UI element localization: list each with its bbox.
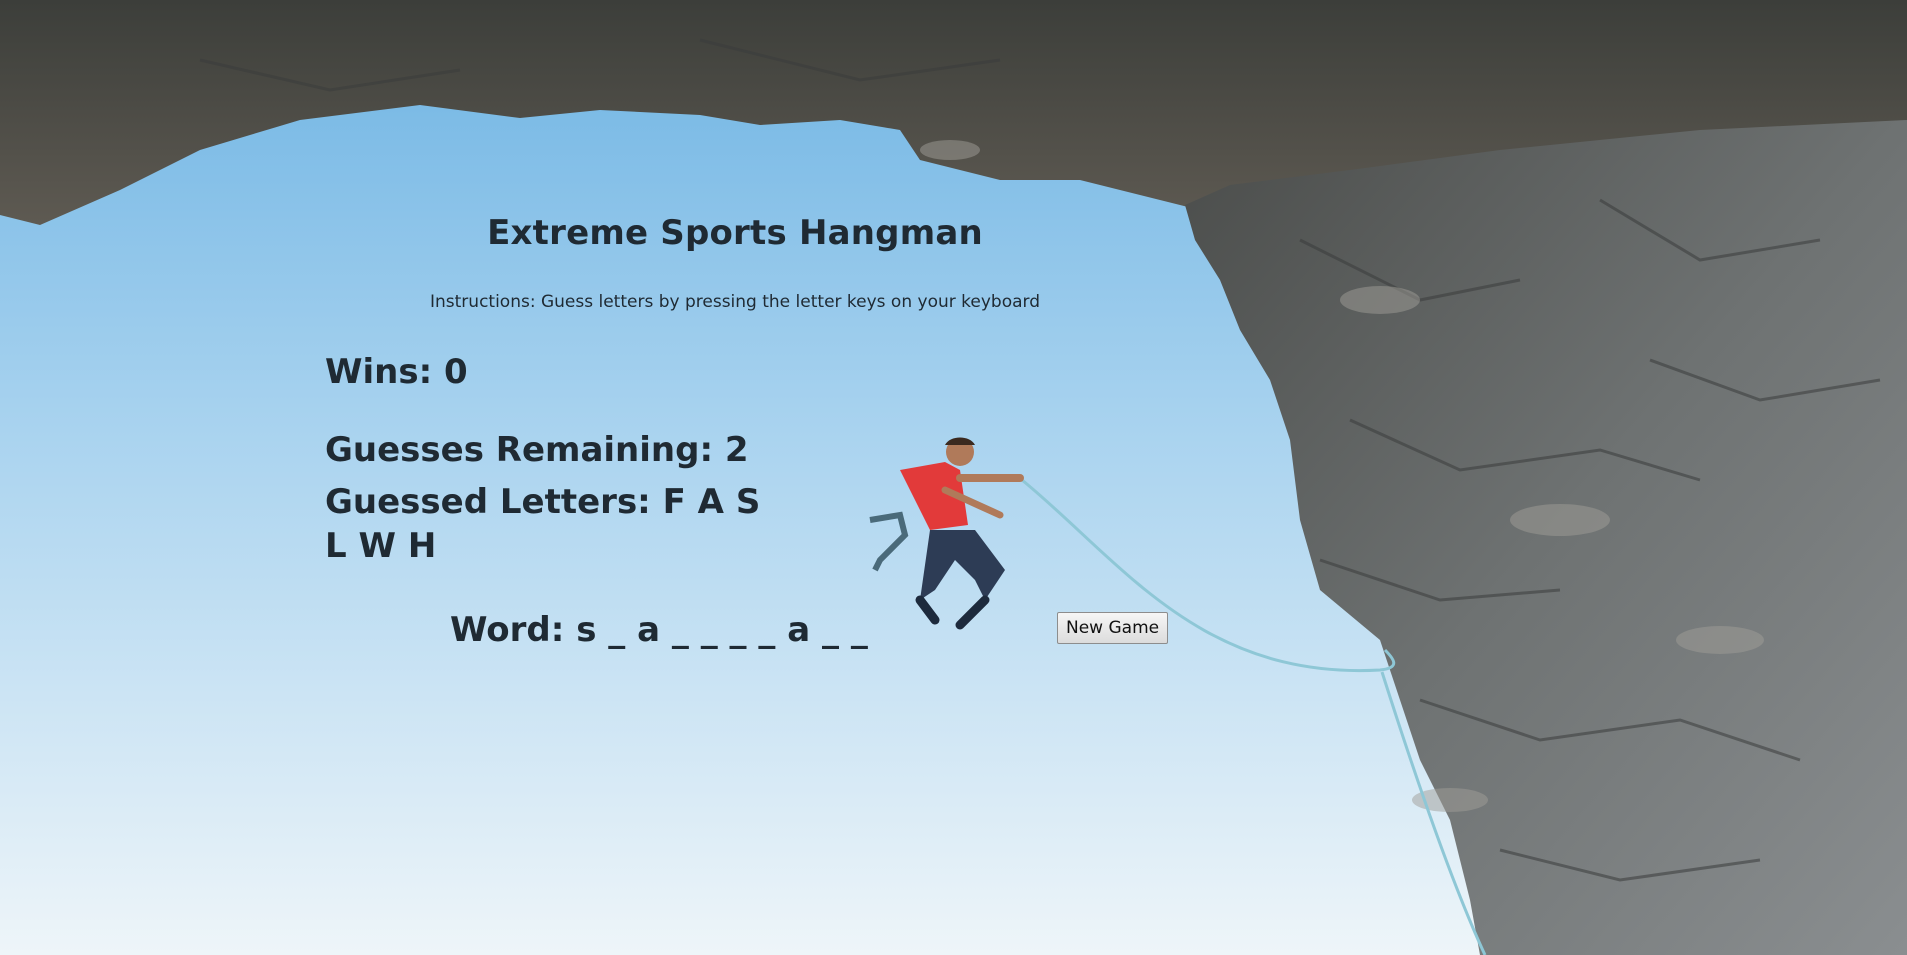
instructions-text: Instructions: Guess letters by pressing …: [430, 292, 1040, 312]
guessed-letters: Guessed Letters: F A S L W H: [325, 482, 761, 566]
page-title: Extreme Sports Hangman: [487, 213, 983, 253]
new-game-button[interactable]: New Game: [1057, 612, 1169, 644]
wins-counter: Wins: 0: [325, 352, 468, 392]
background-photo: [0, 0, 1907, 955]
word-display: Word: s _ a _ _ _ _ a _ _: [450, 610, 868, 650]
guesses-remaining: Guesses Remaining: 2: [325, 430, 749, 470]
